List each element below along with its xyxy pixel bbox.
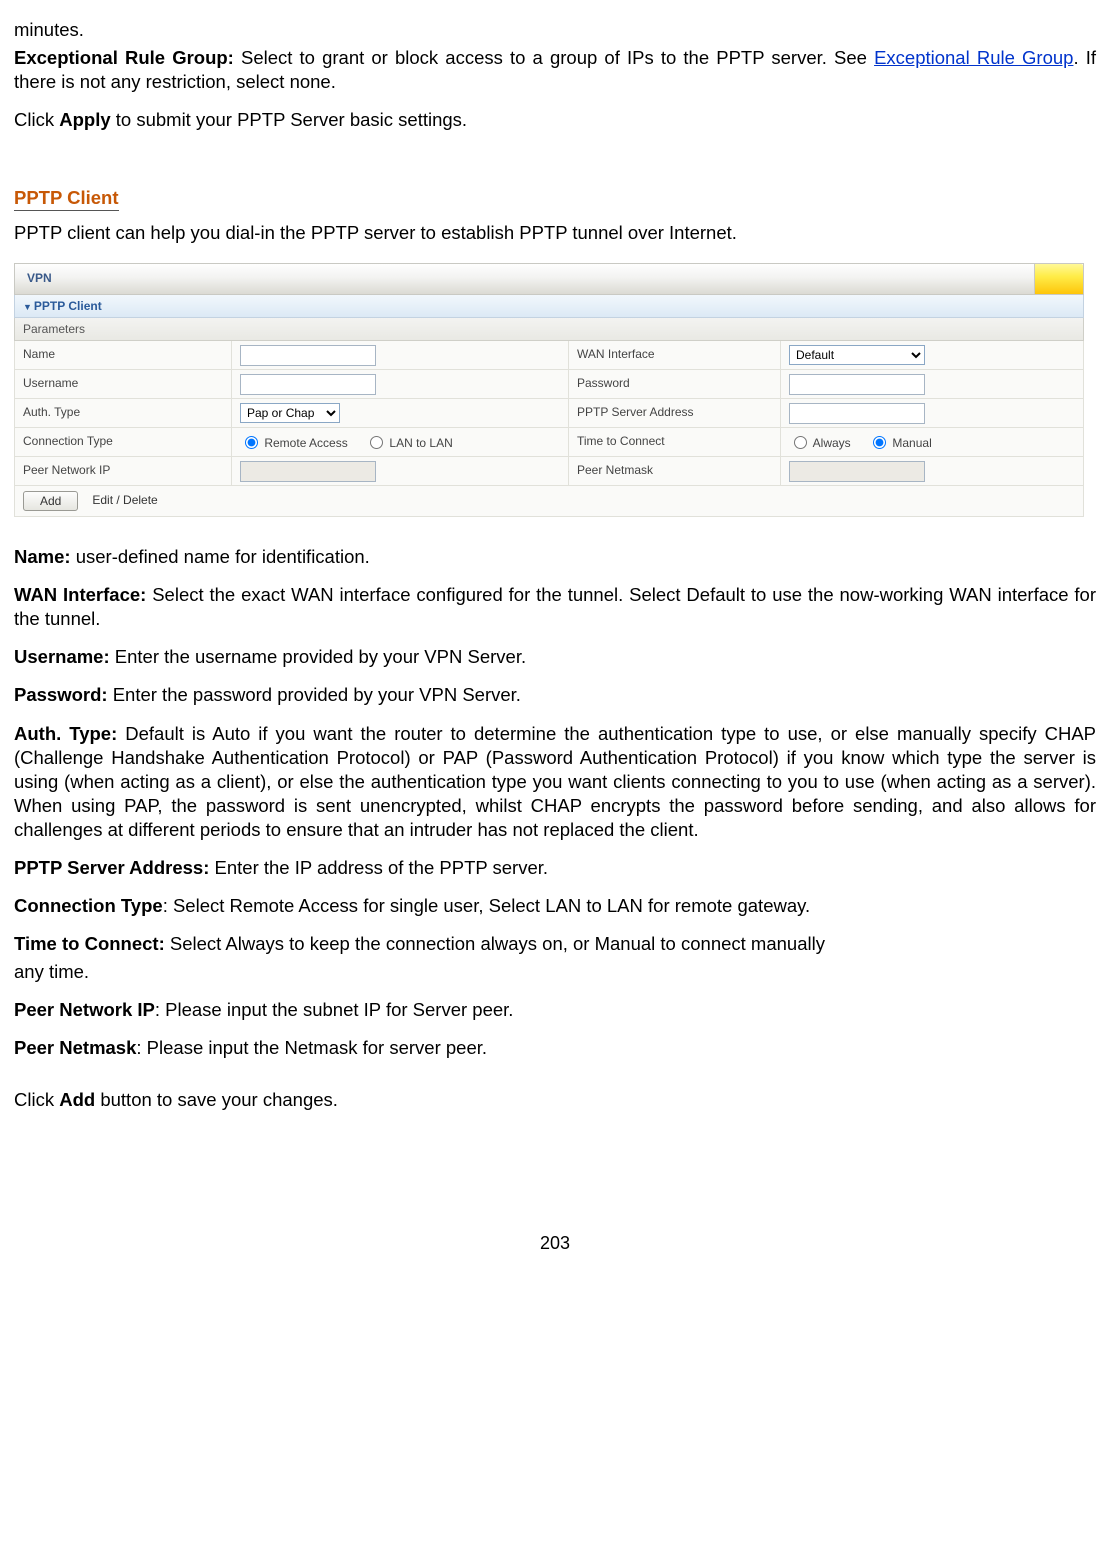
vpn-config-panel: VPN ▼PPTP Client Parameters Name WAN Int… bbox=[14, 263, 1096, 517]
desc-server-address: PPTP Server Address: Enter the IP addres… bbox=[14, 856, 1096, 880]
label-password: Password bbox=[569, 370, 781, 399]
heading-pptp-client: PPTP Client bbox=[14, 186, 119, 211]
desc-time-to-connect-2: any time. bbox=[14, 960, 1096, 984]
desc-name: Name: user-defined name for identificati… bbox=[14, 545, 1096, 569]
label-auth-type: Auth. Type bbox=[15, 399, 232, 428]
form-row: Connection Type Remote Access LAN to LAN… bbox=[15, 428, 1084, 457]
label-connection-type: Connection Type bbox=[15, 428, 232, 457]
desc-wan: WAN Interface: Select the exact WAN inte… bbox=[14, 583, 1096, 631]
desc-password: Password: Enter the password provided by… bbox=[14, 683, 1096, 707]
text-click-add: Click Add button to save your changes. bbox=[14, 1088, 1096, 1112]
peer-netmask-input[interactable] bbox=[789, 461, 925, 482]
peer-network-ip-input[interactable] bbox=[240, 461, 376, 482]
desc-time-to-connect: Time to Connect: Select Always to keep t… bbox=[14, 932, 1096, 956]
page-number: 203 bbox=[14, 1232, 1096, 1255]
text-apply: Click Apply to submit your PPTP Server b… bbox=[14, 108, 1096, 132]
form-row: Username Password bbox=[15, 370, 1084, 399]
label-wan-interface: WAN Interface bbox=[569, 341, 781, 370]
text-fragment: Click bbox=[14, 109, 59, 130]
desc-connection-type: Connection Type: Select Remote Access fo… bbox=[14, 894, 1096, 918]
chevron-down-icon: ▼ bbox=[23, 302, 32, 312]
desc-auth-type: Auth. Type: Default is Auto if you want … bbox=[14, 722, 1096, 842]
desc-username: Username: Enter the username provided by… bbox=[14, 645, 1096, 669]
panel-header: VPN bbox=[14, 263, 1084, 295]
label-ex-rule-group: Exceptional Rule Group: bbox=[14, 47, 234, 68]
header-decoration bbox=[1034, 264, 1083, 294]
label-peer-netmask: Peer Netmask bbox=[569, 457, 781, 486]
label-name: Name bbox=[15, 341, 232, 370]
edit-delete-link[interactable]: Edit / Delete bbox=[92, 493, 157, 509]
radio-lan-to-lan[interactable]: LAN to LAN bbox=[365, 436, 453, 450]
label-time-to-connect: Time to Connect bbox=[569, 428, 781, 457]
section-label: PPTP Client bbox=[34, 299, 102, 313]
password-input[interactable] bbox=[789, 374, 925, 395]
add-button[interactable]: Add bbox=[23, 491, 78, 511]
label-username: Username bbox=[15, 370, 232, 399]
text-pptp-client-intro: PPTP client can help you dial-in the PPT… bbox=[14, 221, 1096, 245]
wan-interface-select[interactable]: Default bbox=[789, 345, 925, 365]
radio-always[interactable]: Always bbox=[789, 436, 851, 450]
auth-type-select[interactable]: Pap or Chap bbox=[240, 403, 340, 423]
link-exceptional-rule-group[interactable]: Exceptional Rule Group bbox=[874, 47, 1073, 68]
radio-manual[interactable]: Manual bbox=[868, 436, 932, 450]
username-input[interactable] bbox=[240, 374, 376, 395]
text-fragment: to submit your PPTP Server basic setting… bbox=[111, 109, 467, 130]
pptp-server-address-input[interactable] bbox=[789, 403, 925, 424]
radio-remote-access[interactable]: Remote Access bbox=[240, 436, 348, 450]
parameters-bar: Parameters bbox=[14, 318, 1084, 341]
text-minutes: minutes. bbox=[14, 18, 1096, 42]
panel-title: VPN bbox=[27, 271, 52, 287]
form-row: Peer Network IP Peer Netmask bbox=[15, 457, 1084, 486]
label-pptp-server-address: PPTP Server Address bbox=[569, 399, 781, 428]
name-input[interactable] bbox=[240, 345, 376, 366]
desc-peer-netmask: Peer Netmask: Please input the Netmask f… bbox=[14, 1036, 1096, 1060]
desc-peer-network-ip: Peer Network IP: Please input the subnet… bbox=[14, 998, 1096, 1022]
form-row: Auth. Type Pap or Chap PPTP Server Addre… bbox=[15, 399, 1084, 428]
text-ex-rule-group: Exceptional Rule Group: Select to grant … bbox=[14, 46, 1096, 94]
text-fragment: Select to grant or block access to a gro… bbox=[234, 47, 874, 68]
section-bar-pptp-client[interactable]: ▼PPTP Client bbox=[14, 295, 1084, 318]
form-row: Name WAN Interface Default bbox=[15, 341, 1084, 370]
label-apply: Apply bbox=[59, 109, 110, 130]
label-peer-network-ip: Peer Network IP bbox=[15, 457, 232, 486]
